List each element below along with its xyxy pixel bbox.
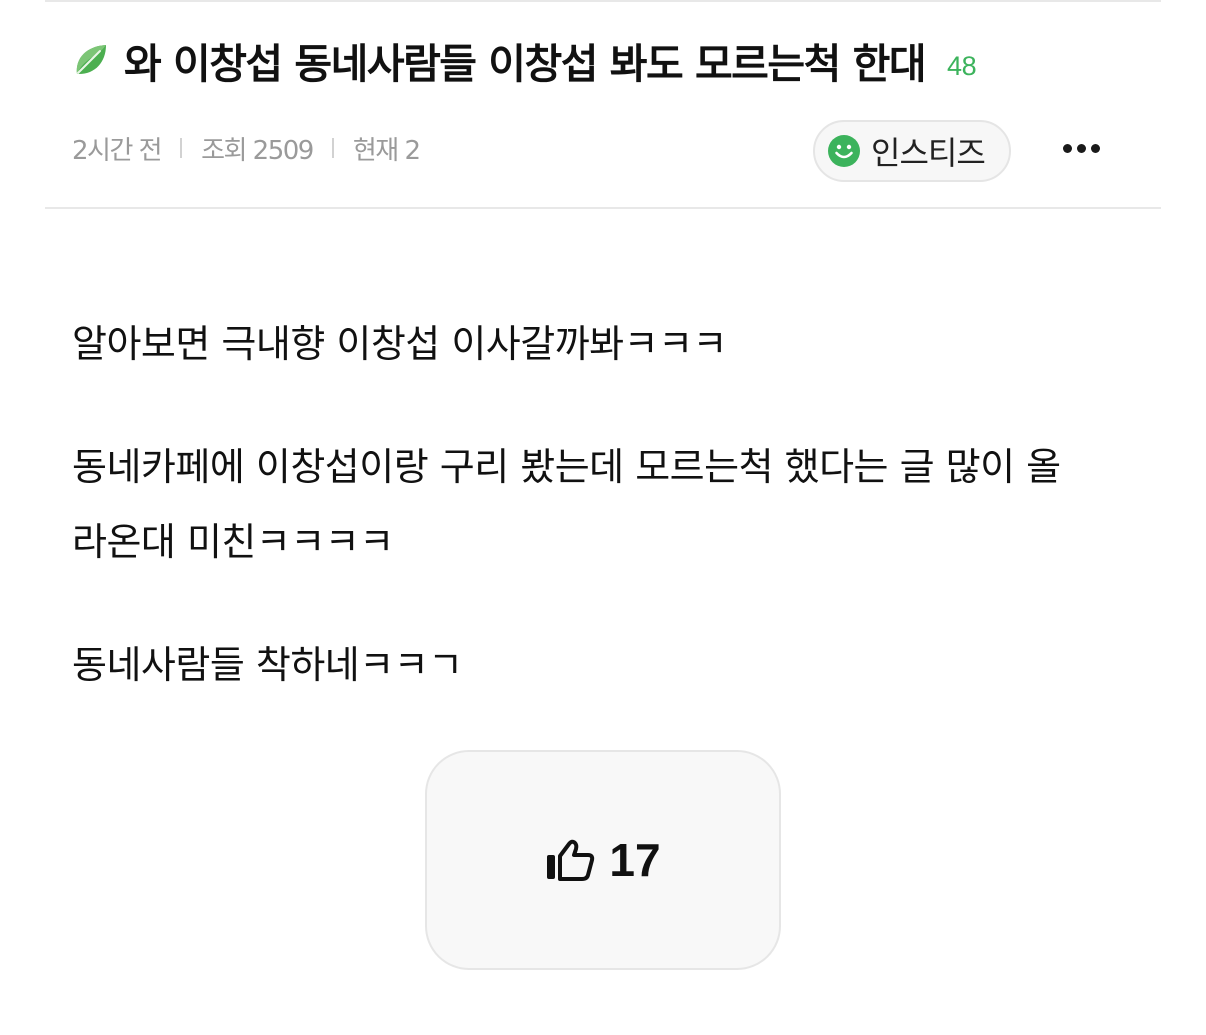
more-icon	[1062, 143, 1100, 153]
post-views: 조회 2509	[201, 135, 314, 166]
post-time: 2시간 전	[72, 135, 163, 166]
like-button[interactable]: 17	[425, 750, 781, 970]
header-divider	[45, 207, 1161, 209]
board-label: 인스티즈	[871, 134, 986, 172]
smile-icon	[827, 134, 861, 168]
post-title: 와 이창섭 동네사람들 이창섭 봐도 모르는척 한대	[124, 40, 927, 88]
top-divider	[45, 0, 1161, 2]
post-body-line: 동네카페에 이창섭이랑 구리 봤는데 모르는척 했다는 글 많이 올	[72, 445, 1061, 489]
post-body-line: 동네사람들 착하네ㅋㅋㄱ	[72, 643, 463, 687]
leaf-icon	[72, 41, 110, 79]
meta-separator	[180, 138, 183, 158]
comment-count[interactable]: 48	[947, 51, 977, 82]
thumbs-up-icon	[545, 837, 597, 883]
like-count: 17	[609, 834, 661, 886]
post-meta: 2시간 전 조회 2509 현재 2	[72, 128, 421, 168]
more-options-button[interactable]	[1056, 128, 1106, 168]
post-current-viewers: 현재 2	[352, 135, 421, 166]
board-chip[interactable]: 인스티즈	[813, 120, 1011, 182]
post-body-line: 라온대 미친ㅋㅋㅋㅋ	[72, 520, 394, 564]
post-title-row: 와 이창섭 동네사람들 이창섭 봐도 모르는척 한대 48	[72, 30, 977, 90]
post-body-line: 알아보면 극내향 이창섭 이사갈까봐ㅋㅋㅋ	[72, 322, 728, 366]
meta-separator	[331, 138, 334, 158]
